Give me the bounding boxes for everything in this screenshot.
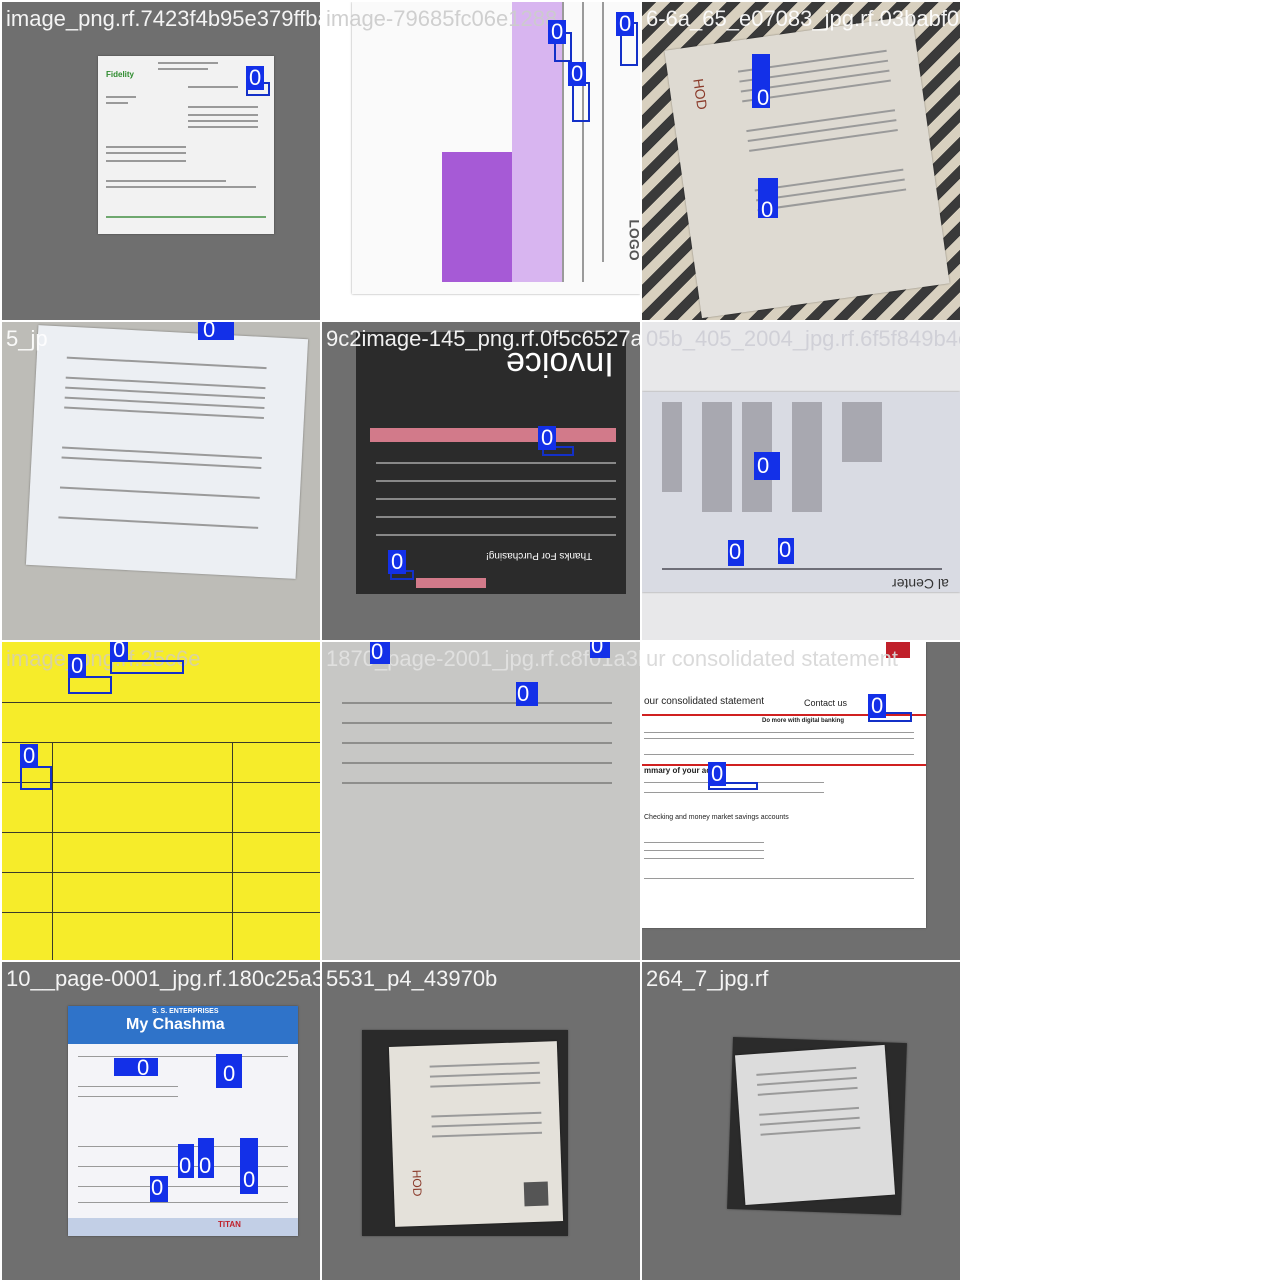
- detection-label: 0: [246, 66, 265, 90]
- detection-label: 0: [729, 539, 742, 564]
- detection-label: 0: [517, 681, 530, 706]
- detection-label: 0: [616, 12, 635, 36]
- consolidated-title: our consolidated statement: [644, 696, 765, 707]
- tile-label: 264_7_jpg.rf: [646, 966, 769, 991]
- mosaic-tile-11[interactable]: HOD 5531_p4_43970b: [322, 962, 640, 1280]
- tile-label: image-79685fc06e1288: [326, 6, 558, 31]
- detection-label: 0: [538, 426, 557, 450]
- detection-label: 0: [203, 322, 216, 342]
- tile-label: 10__page-0001_jpg.rf.180c25a32_page-0001…: [6, 966, 320, 991]
- mosaic-tile-8[interactable]: 0 0 0 1870_page-2001_jpg.rf.c8f01a3b6b45…: [322, 642, 640, 960]
- mosaic-tile-2[interactable]: LOGO 0 0 0 image-79685fc06e1288: [322, 2, 640, 320]
- detection-box[interactable]: [572, 82, 590, 122]
- hod-text: HOD: [409, 1169, 425, 1197]
- detection-label: 0: [223, 1061, 236, 1086]
- mosaic-tile-1[interactable]: Fidelity 0 image_png.rf.7423f4b95e379ffb…: [2, 2, 320, 320]
- detection-label: 0: [137, 1055, 150, 1080]
- tile-label: 5531_p4_43970b: [326, 966, 498, 991]
- detection-box[interactable]: [68, 676, 112, 694]
- detection-label: 0: [757, 453, 770, 478]
- document-preview: LOGO: [352, 2, 640, 294]
- checking-heading: Checking and money market savings accoun…: [644, 814, 789, 821]
- mosaic-tile-6[interactable]: al Center 0 0 0 05b_405_2004_jpg.rf.6f5f…: [642, 322, 960, 640]
- detection-label: 0: [568, 62, 587, 86]
- center-text: al Center: [892, 576, 949, 592]
- mosaic-tile-12[interactable]: 264_7_jpg.rf: [642, 962, 960, 1280]
- detection-label: 0: [199, 1153, 212, 1178]
- titan-text: TITAN: [218, 1220, 241, 1229]
- mosaic-tile-4[interactable]: 0 5_jp: [2, 322, 320, 640]
- hod-text: HOD: [690, 77, 711, 111]
- document-preview: HOD: [362, 1030, 568, 1236]
- document-preview: [322, 642, 640, 960]
- detection-label: 0: [179, 1153, 192, 1178]
- detection-label: 0: [68, 654, 87, 678]
- tile-label: image_png.rf.7423f4b95e379ffbage-79685fc…: [6, 6, 320, 31]
- detection-label: 0: [110, 642, 129, 662]
- document-preview: [2, 642, 320, 960]
- detection-label: 0: [591, 642, 604, 658]
- tile-label: 9c2image-145_png.rf.0f5c6527a05b_405_200…: [326, 326, 640, 351]
- document-preview: [727, 1037, 907, 1215]
- logo-text: LOGO: [626, 219, 640, 261]
- shop-name: S. S. ENTERPRISES: [152, 1008, 219, 1015]
- detection-label: 0: [20, 744, 39, 768]
- document-preview: S. S. ENTERPRISES My Chashma TITAN: [68, 1006, 298, 1236]
- contact-us-text: Contact us: [804, 698, 848, 708]
- detection-label: 0: [868, 694, 887, 718]
- tile-label: ur consolidated statement: [646, 646, 898, 671]
- detection-label: 0: [708, 762, 727, 786]
- detection-label: 0: [371, 642, 384, 664]
- document-preview: our consolidated statement Contact us Do…: [642, 642, 926, 928]
- tile-label: 6-6a_65_e07083_jpg.rf.03babf0c87e786afa: [646, 6, 960, 31]
- detection-label: 0: [243, 1167, 256, 1192]
- thanks-text: Thanks For Purchasing!: [486, 550, 593, 561]
- brand-name: My Chashma: [126, 1016, 225, 1033]
- inner-page: [734, 1044, 896, 1205]
- detection-label: 0: [548, 20, 567, 44]
- document-preview: HOD: [664, 15, 950, 319]
- mosaic-tile-10[interactable]: S. S. ENTERPRISES My Chashma TITAN 0 0 0…: [2, 962, 320, 1280]
- detection-label: 0: [779, 537, 792, 562]
- detection-label: 0: [151, 1175, 164, 1200]
- mosaic-tile-5[interactable]: Invoice Thanks For Purchasing! 0 0 9c2im…: [322, 322, 640, 640]
- detection-label: 0: [761, 197, 774, 222]
- mosaic-tile-9[interactable]: our consolidated statement Contact us Do…: [642, 642, 960, 960]
- detection-label: 0: [388, 550, 407, 574]
- inner-page: HOD: [388, 1041, 564, 1227]
- digital-banking-text: Do more with digital banking: [762, 718, 845, 724]
- detection-label: 0: [757, 85, 770, 110]
- mosaic-tile-7[interactable]: 0 0 0 image_png.rf.25c6e: [2, 642, 320, 960]
- mosaic-tile-3[interactable]: HOD 0 0 6-6a_65_e07083_jpg.rf.03babf0c87…: [642, 2, 960, 320]
- fidelity-logo-text: Fidelity: [106, 70, 135, 79]
- tile-label: 05b_405_2004_jpg.rf.6f5f849b4e2dce72c8f: [646, 326, 960, 351]
- document-preview: al Center: [642, 392, 960, 592]
- footer-banner: [68, 1218, 298, 1236]
- detection-box[interactable]: [110, 660, 184, 674]
- tile-label: 5_jp: [6, 326, 48, 351]
- detection-box[interactable]: [20, 766, 52, 790]
- document-preview: [25, 325, 309, 579]
